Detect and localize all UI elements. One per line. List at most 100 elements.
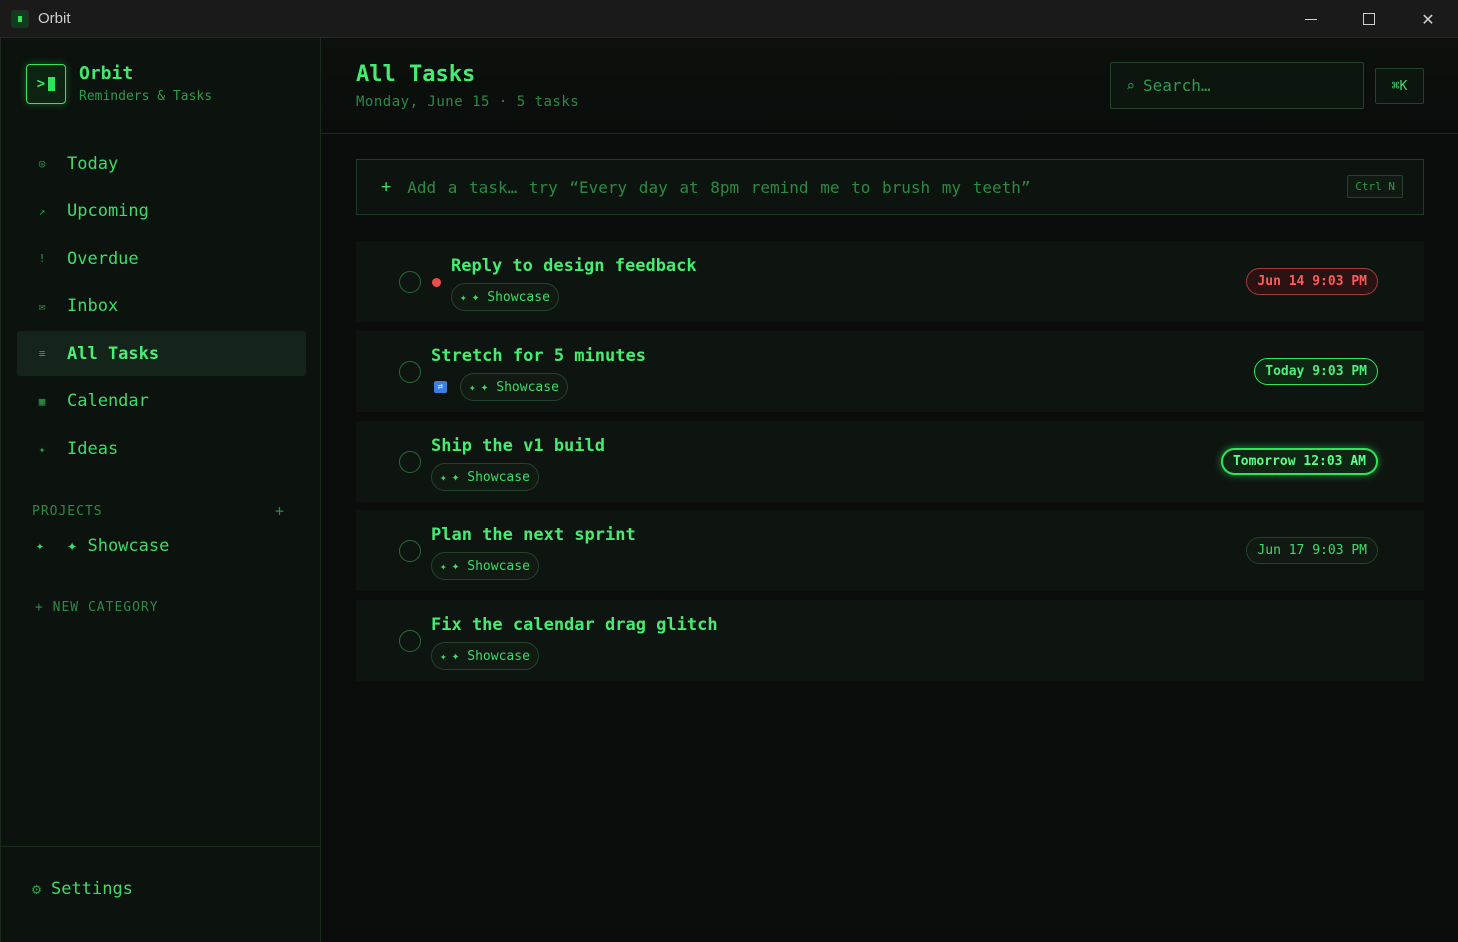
search-icon: ⌕ xyxy=(1126,76,1136,95)
search-placeholder: Search… xyxy=(1143,76,1211,95)
task-checkbox[interactable] xyxy=(399,540,421,562)
arrow-up-right-icon: ↗ xyxy=(38,204,46,218)
exclamation-icon: ! xyxy=(38,252,46,266)
sidebar-item-label: Upcoming xyxy=(67,201,149,222)
task-row[interactable]: Fix the calendar drag glitch ✦ ✦ Showcas… xyxy=(356,600,1424,681)
project-chip-label: ✦ Showcase xyxy=(451,648,530,664)
add-task-placeholder: Add a task… try “Every day at 8pm remind… xyxy=(407,177,1031,197)
task-checkbox[interactable] xyxy=(399,451,421,473)
title-bar: Orbit ✕ xyxy=(0,0,1458,38)
task-checkbox[interactable] xyxy=(399,361,421,383)
brand-subtitle: Reminders & Tasks xyxy=(79,89,213,104)
sidebar-item-showcase[interactable]: ✦ ✦ Showcase xyxy=(36,536,169,556)
due-date-badge[interactable]: Today 9:03 PM xyxy=(1254,358,1378,385)
project-chip-label: ✦ Showcase xyxy=(480,379,559,395)
task-meta: ✦ ✦ Showcase xyxy=(431,552,539,580)
sparkle-icon: ✦ xyxy=(440,649,447,663)
project-chip-label: ✦ Showcase xyxy=(451,558,530,574)
task-checkbox[interactable] xyxy=(399,271,421,293)
page-subtitle: Monday, June 15 · 5 tasks xyxy=(356,94,580,110)
search-input[interactable]: ⌕ Search… xyxy=(1110,62,1364,109)
sidebar-item-label: Ideas xyxy=(67,439,119,460)
task-row[interactable]: Stretch for 5 minutes ⇄ ✦ ✦ Showcase Tod… xyxy=(356,331,1424,412)
sidebar-item-label: All Tasks xyxy=(67,343,160,364)
shortcut-badge: Ctrl N xyxy=(1347,175,1403,198)
project-chip[interactable]: ✦ ✦ Showcase xyxy=(431,463,539,491)
add-project-button[interactable]: + xyxy=(275,502,284,520)
page-title: All Tasks xyxy=(356,62,476,87)
gear-icon: ⚙ xyxy=(32,880,42,898)
window-title: Orbit xyxy=(38,10,71,27)
close-icon: ✕ xyxy=(1421,9,1435,29)
project-chip-label: ✦ Showcase xyxy=(471,289,550,305)
task-checkbox[interactable] xyxy=(399,630,421,652)
project-chip[interactable]: ✦ ✦ Showcase xyxy=(431,552,539,580)
sidebar-item-label: Calendar xyxy=(67,391,149,412)
due-date-badge[interactable]: Tomorrow 12:03 AM xyxy=(1220,448,1378,475)
sidebar-item-overdue[interactable]: ! Overdue xyxy=(17,236,306,281)
project-label: ✦ Showcase xyxy=(67,536,170,556)
sidebar-item-ideas[interactable]: ✦ Ideas xyxy=(17,427,306,472)
page-header: All Tasks Monday, June 15 · 5 tasks ⌕ Se… xyxy=(321,38,1458,134)
projects-header: PROJECTS + xyxy=(32,502,284,520)
sparkle-icon: ✦ xyxy=(36,538,44,554)
sidebar-nav: ◎ Today ↗ Upcoming ! Overdue ✉ Inbox ≡ A… xyxy=(17,141,306,474)
sparkle-icon: ✦ xyxy=(460,290,467,304)
sidebar-footer: ⚙ Settings xyxy=(1,846,320,942)
project-chip[interactable]: ✦ ✦ Showcase xyxy=(451,283,559,311)
sidebar-item-today[interactable]: ◎ Today xyxy=(17,141,306,186)
logo-icon: > xyxy=(26,63,66,104)
sidebar-item-label: Overdue xyxy=(67,248,139,269)
sidebar-item-all-tasks[interactable]: ≡ All Tasks xyxy=(17,331,306,377)
due-date-badge[interactable]: Jun 14 9:03 PM xyxy=(1246,268,1378,295)
sidebar-item-label: Today xyxy=(67,153,119,174)
settings-label: Settings xyxy=(51,879,133,899)
target-icon: ◎ xyxy=(38,157,46,170)
task-row[interactable]: Reply to design feedback ✦ ✦ Showcase Ju… xyxy=(356,241,1424,322)
priority-dot xyxy=(432,278,441,287)
close-button[interactable]: ✕ xyxy=(1399,0,1457,38)
task-title: Reply to design feedback xyxy=(451,256,697,276)
brand-name: Orbit xyxy=(79,63,134,84)
project-chip-label: ✦ Showcase xyxy=(451,469,530,485)
task-title: Fix the calendar drag glitch xyxy=(431,615,718,635)
plus-icon: + xyxy=(381,177,392,197)
add-task-input[interactable]: + Add a task… try “Every day at 8pm remi… xyxy=(356,159,1424,215)
main-content: All Tasks Monday, June 15 · 5 tasks ⌕ Se… xyxy=(321,38,1458,942)
task-title: Plan the next sprint xyxy=(431,525,636,545)
task-row[interactable]: Plan the next sprint ✦ ✦ Showcase Jun 17… xyxy=(356,510,1424,591)
task-meta: ⇄ ✦ ✦ Showcase xyxy=(434,373,568,401)
app-icon xyxy=(11,9,29,28)
repeat-icon: ⇄ xyxy=(434,381,447,393)
sidebar: > Orbit Reminders & Tasks ◎ Today ↗ Upco… xyxy=(0,38,321,942)
maximize-button[interactable] xyxy=(1340,0,1398,38)
settings-button[interactable]: ⚙ Settings xyxy=(32,879,133,899)
task-row[interactable]: Ship the v1 build ✦ ✦ Showcase Tomorrow … xyxy=(356,421,1424,502)
project-chip[interactable]: ✦ ✦ Showcase xyxy=(460,373,568,401)
envelope-icon: ✉ xyxy=(38,299,46,313)
task-title: Stretch for 5 minutes xyxy=(431,346,646,366)
sparkle-icon: ✦ xyxy=(440,470,447,484)
calendar-icon: ▦ xyxy=(38,394,46,408)
list-icon: ≡ xyxy=(38,347,46,361)
sparkle-icon: ✦ xyxy=(469,380,476,394)
sparkle-icon: ✦ xyxy=(440,559,447,573)
sidebar-item-inbox[interactable]: ✉ Inbox xyxy=(17,284,306,329)
sidebar-item-upcoming[interactable]: ↗ Upcoming xyxy=(17,189,306,234)
projects-heading: PROJECTS xyxy=(32,503,103,519)
maximize-icon xyxy=(1363,13,1375,25)
task-title: Ship the v1 build xyxy=(431,436,605,456)
minimize-button[interactable] xyxy=(1282,0,1340,38)
project-chip[interactable]: ✦ ✦ Showcase xyxy=(431,642,539,670)
task-meta: ✦ ✦ Showcase xyxy=(431,463,539,491)
sparkle-icon: ✦ xyxy=(38,442,46,456)
new-category-button[interactable]: + NEW CATEGORY xyxy=(35,600,159,615)
due-date-badge[interactable]: Jun 17 9:03 PM xyxy=(1246,537,1378,564)
sidebar-item-calendar[interactable]: ▦ Calendar xyxy=(17,379,306,424)
task-meta: ✦ ✦ Showcase xyxy=(431,642,539,670)
minimize-icon xyxy=(1305,18,1317,20)
task-meta: ✦ ✦ Showcase xyxy=(451,283,559,311)
command-palette-button[interactable]: ⌘K xyxy=(1375,68,1424,104)
sidebar-item-label: Inbox xyxy=(67,296,119,317)
brand: > Orbit Reminders & Tasks xyxy=(26,63,212,104)
